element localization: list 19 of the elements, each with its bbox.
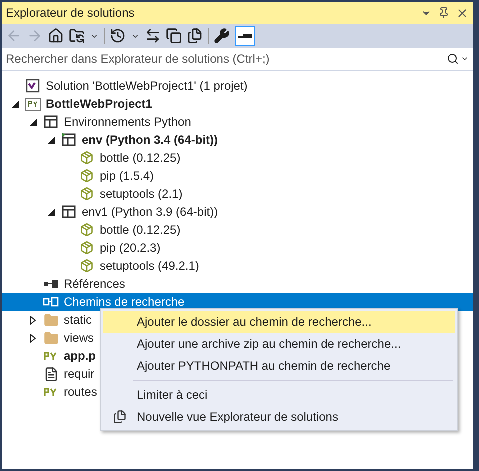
window-title: Explorateur de solutions: [6, 5, 135, 22]
item-label: views: [64, 330, 94, 347]
item-label: bottle (0.12.25): [100, 150, 181, 167]
item-label: setuptools (2.1): [100, 186, 183, 203]
item-label: pip (1.5.4): [100, 168, 154, 185]
item-label: static: [64, 312, 92, 329]
item-label: Solution 'BottleWebProject1' (1 projet): [46, 78, 248, 95]
item-label: requir: [64, 366, 95, 383]
item-label: BottleWebProject1: [46, 96, 152, 113]
item-label: Références: [64, 276, 126, 293]
item-label: env (Python 3.4 (64-bit)): [82, 132, 218, 149]
item-label: env1 (Python 3.9 (64-bit)): [82, 204, 218, 221]
item-label: app.p: [64, 348, 96, 365]
item-label: routes: [64, 384, 98, 401]
item-label: Chemins de recherche: [64, 294, 185, 311]
item-label: bottle (0.12.25): [100, 222, 181, 239]
item-label: setuptools (49.2.1): [100, 258, 200, 275]
item-label: pip (20.2.3): [100, 240, 161, 257]
item-label: Environnements Python: [64, 114, 192, 131]
